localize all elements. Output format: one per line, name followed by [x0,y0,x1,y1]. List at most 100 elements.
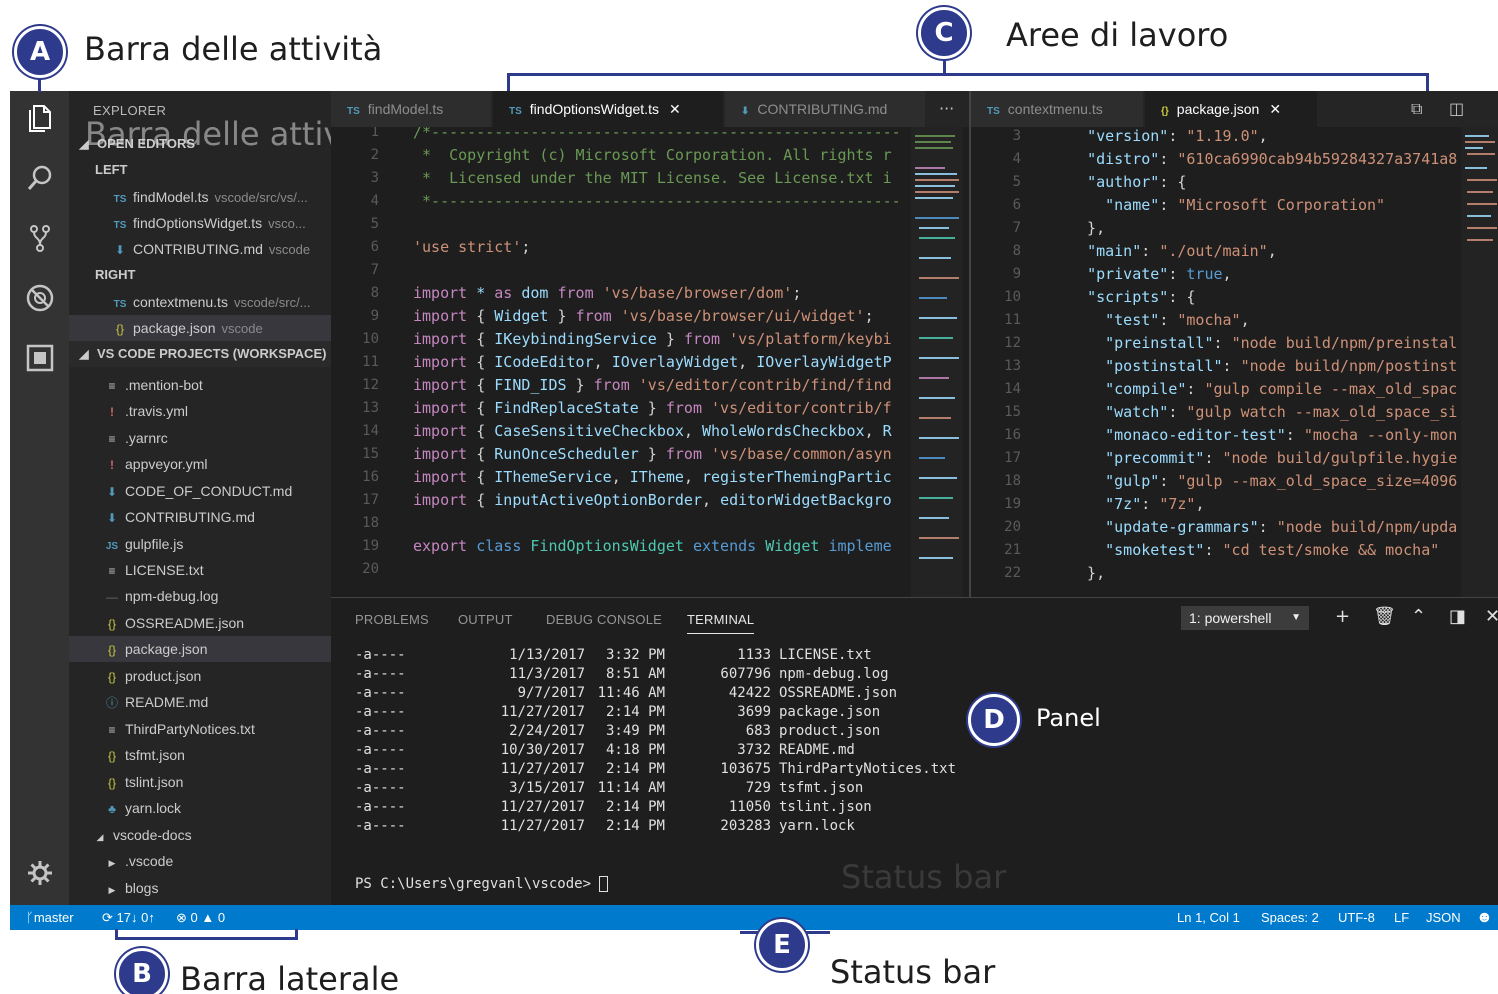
line-number: 19 [362,538,379,554]
close-icon[interactable]: ✕ [669,101,681,117]
tab-contextmenu[interactable]: TS contextmenu.ts [971,91,1143,127]
open-editor-item[interactable]: TS contextmenu.ts vscode/src/... [69,289,331,315]
activity-bar [10,91,69,905]
file-item[interactable]: ! appveyor.yml [69,451,331,477]
markdown-file-icon: ⬇ [114,243,126,257]
json-file-icon: {} [107,643,116,657]
open-editor-item[interactable]: TS findModel.ts vscode/src/vs/... [69,184,331,210]
line-number: 17 [362,492,379,508]
status-position[interactable]: Ln 1, Col 1 [1177,905,1240,930]
debug-icon[interactable] [24,283,56,315]
status-branch[interactable]: ᚴmaster [26,905,74,930]
minimap-left[interactable] [911,127,963,597]
chevron-up-icon[interactable]: ⌃ [1411,606,1426,627]
folder-item[interactable]: ▶ .vscode [69,848,331,874]
trash-icon[interactable]: 🗑 [1373,606,1396,627]
file-item[interactable]: ! .travis.yml [69,398,331,424]
tab-debug-console[interactable]: DEBUG CONSOLE [546,612,662,627]
yaml-file-icon: ! [110,458,114,472]
terminal-select[interactable]: 1: powershell ▼ [1181,606,1309,630]
code-text: /*--------------------------------------… [413,127,903,555]
markdown-file-icon: ⬇ [106,485,118,499]
terminal-row: -a---- 10/30/2017 4:18 PM 3732 README.md [355,742,855,758]
status-encoding[interactable]: UTF-8 [1338,905,1375,930]
line-number: 17 [1004,450,1021,466]
annotation-c-bracket-left [507,73,510,91]
tab-output[interactable]: OUTPUT [458,612,513,627]
gear-icon[interactable] [24,859,56,891]
file-item[interactable]: ≡ .yarnrc [69,425,331,451]
open-editor-item[interactable]: TS findOptionsWidget.ts vsco... [69,210,331,236]
line-number: 4 [370,193,379,209]
line-number: 21 [1004,542,1021,558]
file-item[interactable]: {} product.json [69,663,331,689]
more-actions-icon[interactable]: ··· [939,99,954,118]
tab-terminal[interactable]: TERMINAL [687,612,755,634]
tab-problems[interactable]: PROBLEMS [355,612,429,627]
code-editor-right[interactable]: 3 4 5 6 7 8 9 10 11 12 13 14 15 16 17 18… [971,127,1498,597]
tab-contributing[interactable]: ⬇ CONTRIBUTING.md [725,91,925,127]
markdown-file-icon: ⬇ [106,511,118,525]
split-terminal-icon[interactable]: ◨ [1449,606,1466,627]
error-icon: ⊗ [176,910,187,925]
text-file-icon: ≡ [108,723,116,737]
source-control-icon[interactable] [24,223,56,255]
json-file-icon: {} [115,322,124,336]
info-icon: ⓘ [105,696,118,710]
json-file-icon: {} [1161,106,1169,117]
line-number: 6 [370,239,379,255]
terminal-row: -a---- 11/27/2017 2:14 PM 11050 tslint.json [355,799,872,815]
status-eol[interactable]: LF [1394,905,1409,930]
close-icon[interactable]: ✕ [1269,101,1281,117]
open-editor-item[interactable]: {} package.json vscode [69,315,331,341]
file-item[interactable]: ⓘ README.md [69,689,331,715]
folder-item[interactable]: ◢ vscode-docs [69,822,331,848]
typescript-file-icon: TS [509,106,522,117]
file-item[interactable]: ♣ yarn.lock [69,795,331,821]
feedback-smiley-icon[interactable]: ☻ [1476,905,1493,930]
terminal-prompt[interactable]: PS C:\Users\gregvanl\vscode> [355,875,609,894]
open-changes-icon[interactable]: ⧉ [1411,99,1422,119]
json-file-icon: {} [107,670,116,684]
files-icon[interactable] [24,103,56,135]
file-item[interactable]: JS gulpfile.js [69,531,331,557]
file-item[interactable]: {} package.json [69,636,331,662]
line-number: 13 [362,400,379,416]
workspace-header[interactable]: ◢ VS CODE PROJECTS (WORKSPACE) [69,341,331,367]
code-editor-left[interactable]: 1 2 3 4 5 6 7 8 9 10 11 12 13 14 15 16 1… [331,127,969,597]
yaml-file-icon: ! [110,405,114,419]
terminal-row: -a---- 1/13/2017 3:32 PM 1133 LICENSE.txt [355,647,872,663]
file-item[interactable]: ⬇ CODE_OF_CONDUCT.md [69,478,331,504]
tab-findoptionswidget[interactable]: TS findOptionsWidget.ts ✕ [493,91,723,127]
status-problems[interactable]: ⊗ 0 ▲ 0 [176,905,225,930]
tab-findmodel[interactable]: TS findModel.ts [331,91,491,127]
markdown-file-icon: ⬇ [741,106,750,117]
annotation-c-label: Aree di lavoro [1006,16,1229,54]
terminal-row: -a---- 3/15/2017 11:14 AM 729 tsfmt.json [355,780,864,796]
extensions-icon[interactable] [24,343,56,375]
folder-item[interactable]: ▶ blogs [69,875,331,901]
yarn-file-icon: ♣ [108,802,116,816]
file-item[interactable]: ⬇ CONTRIBUTING.md [69,504,331,530]
close-icon[interactable]: ✕ [1485,606,1498,627]
annotation-b-marker: B [116,948,168,994]
file-item[interactable]: ≡ LICENSE.txt [69,557,331,583]
new-terminal-icon[interactable]: + [1335,606,1350,627]
file-item[interactable]: {} tsfmt.json [69,742,331,768]
minimap-right[interactable] [1461,127,1498,597]
split-editor-icon[interactable]: ◫ [1449,99,1464,118]
line-number: 11 [1004,312,1021,328]
status-spaces[interactable]: Spaces: 2 [1261,905,1319,930]
file-item[interactable]: ≡ ThirdPartyNotices.txt [69,716,331,742]
file-item[interactable]: {} tslint.json [69,769,331,795]
tab-package-json[interactable]: {} package.json ✕ [1145,91,1317,127]
search-icon[interactable] [24,163,56,195]
status-sync[interactable]: ⟳ 17↓ 0↑ [102,905,155,930]
line-number: 10 [362,331,379,347]
annotation-a-marker: A [14,26,66,78]
file-item[interactable]: — npm-debug.log [69,583,331,609]
status-language[interactable]: JSON [1426,905,1461,930]
file-item[interactable]: {} OSSREADME.json [69,610,331,636]
file-item[interactable]: ≡ .mention-bot [69,372,331,398]
open-editor-item[interactable]: ⬇ CONTRIBUTING.md vscode [69,236,331,262]
